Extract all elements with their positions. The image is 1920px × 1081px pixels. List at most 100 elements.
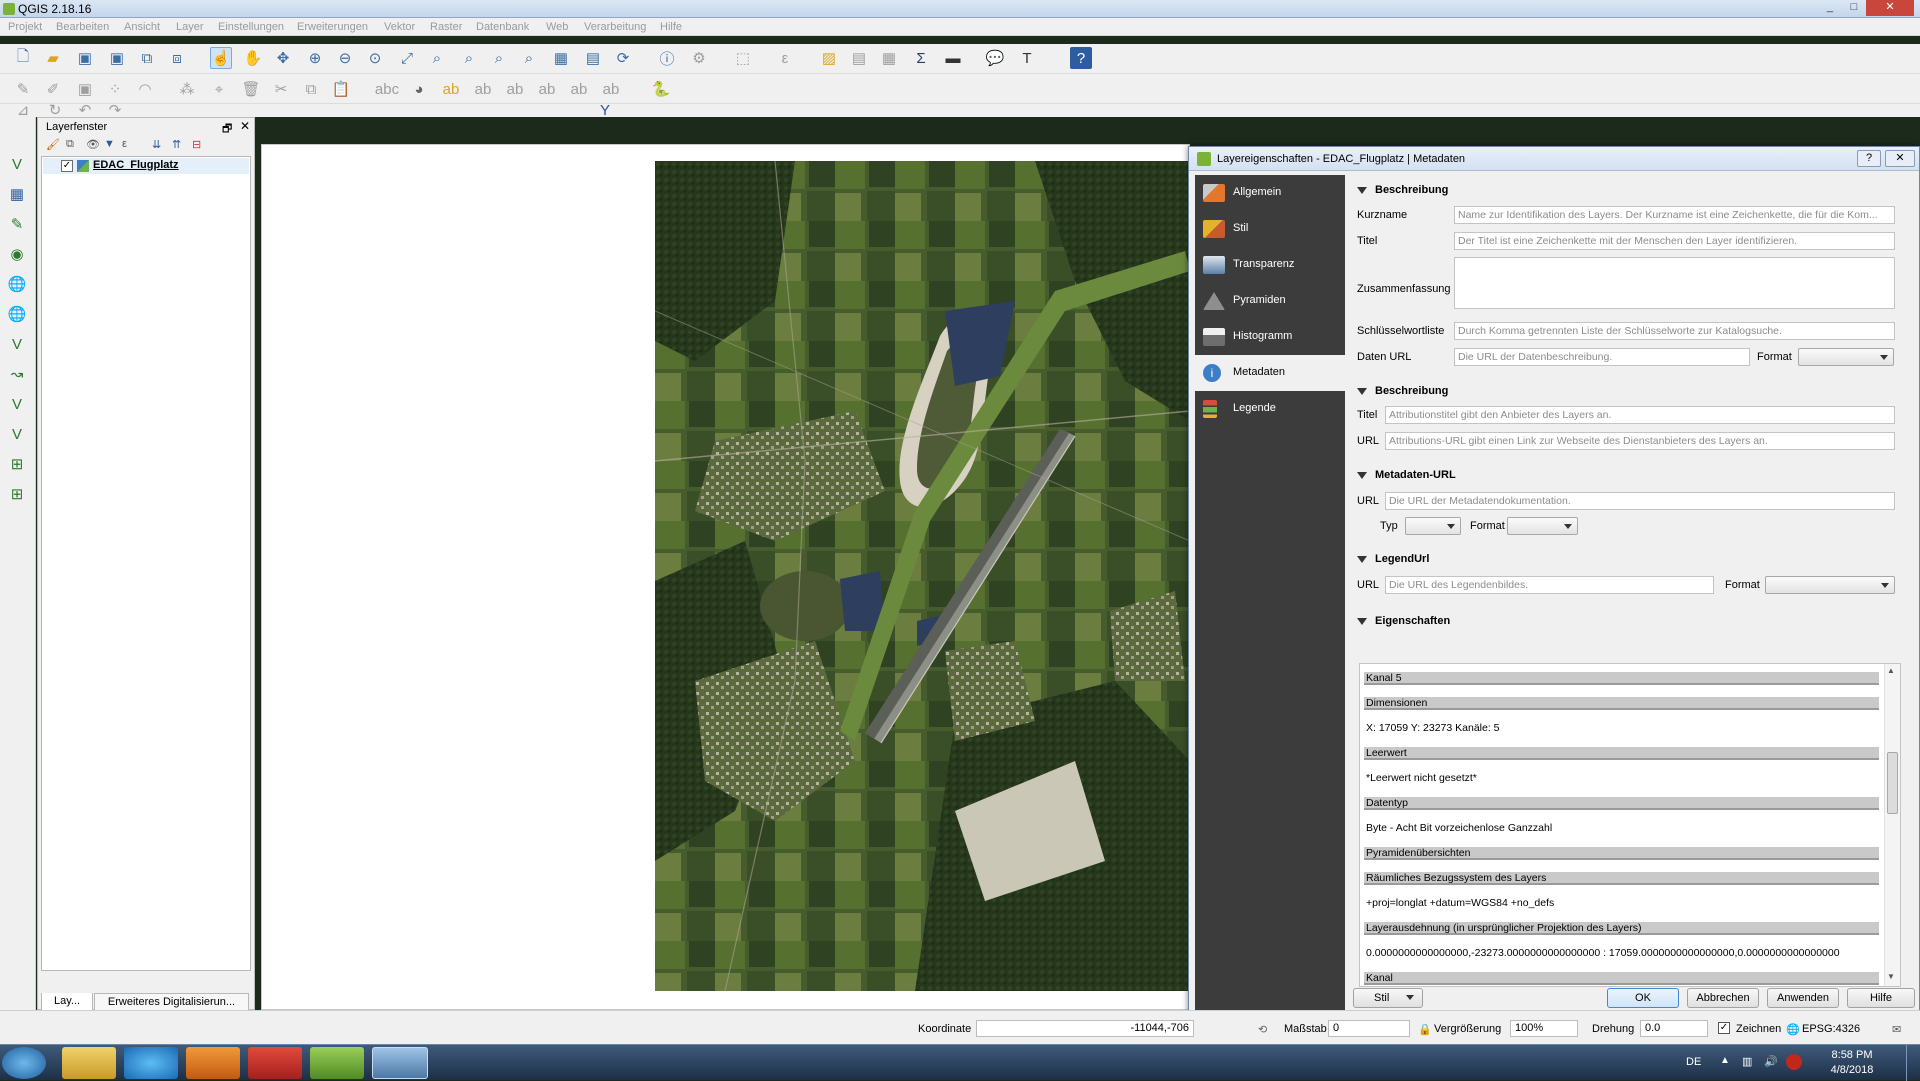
dialog-close-button[interactable]: ✕	[1885, 150, 1915, 167]
sidebar-item-stil[interactable]: Stil	[1195, 211, 1345, 247]
explorer-taskbar-icon[interactable]	[62, 1047, 116, 1079]
close-panel-icon[interactable]: ✕	[240, 119, 250, 133]
menu-verarbeitung[interactable]: Verarbeitung	[584, 21, 646, 33]
clock-date[interactable]: 4/8/2018	[1820, 1064, 1884, 1076]
move-feature-icon[interactable]: ⁂	[176, 78, 198, 100]
map-tips-icon[interactable]: 💬	[984, 47, 1006, 69]
zoom-full-icon[interactable]: ⤢	[396, 47, 418, 69]
toggle-editing-icon[interactable]: ✐	[42, 78, 64, 100]
bookmarks-icon[interactable]: ▤	[582, 47, 604, 69]
pan-touch-icon[interactable]: ☝	[210, 47, 232, 69]
section-metadaten-url[interactable]: Metadaten-URL	[1353, 469, 1913, 481]
help-whats-this-icon[interactable]: ?	[1070, 47, 1092, 69]
new-shapefile-icon[interactable]: V	[6, 393, 28, 415]
cut-features-icon[interactable]: ✂	[270, 78, 292, 100]
new-map-view-icon[interactable]: ▦	[550, 47, 572, 69]
input-language[interactable]: DE	[1686, 1056, 1701, 1068]
kurzname-field[interactable]: Name zur Identifikation des Layers. Der …	[1454, 206, 1895, 224]
properties-scrollbar[interactable]: ▲ ▼	[1884, 664, 1900, 986]
security-tray-icon[interactable]	[1786, 1054, 1802, 1070]
add-wcs-layer-icon[interactable]: 🌐	[6, 303, 28, 325]
render-checkbox[interactable]: ✓	[1718, 1022, 1730, 1034]
attribution-titel-field[interactable]: Attributionstitel gibt den Anbieter des …	[1385, 406, 1895, 424]
layer-diagram-icon[interactable]: ◕	[408, 78, 430, 100]
menu-projekt[interactable]: Projekt	[8, 21, 42, 33]
messages-icon[interactable]: ✉	[1892, 1023, 1901, 1036]
add-spatialite-layer-icon[interactable]: ◉	[6, 243, 28, 265]
sidebar-item-allgemein[interactable]: Allgemein	[1195, 175, 1345, 211]
scroll-down-icon[interactable]: ▼	[1887, 972, 1895, 981]
metadaten-url-field[interactable]: Die URL der Metadatendokumentation.	[1385, 492, 1895, 510]
select-features-icon[interactable]: ⬚	[732, 47, 754, 69]
pin-labels-icon[interactable]: ab	[472, 78, 494, 100]
section-attribution[interactable]: Beschreibung	[1353, 385, 1913, 397]
run-action-icon[interactable]: ⚙	[688, 47, 710, 69]
expand-all-icon[interactable]: ⇊	[152, 138, 161, 151]
scale-field[interactable]: 0	[1328, 1020, 1410, 1037]
enable-advanced-digitizing-icon[interactable]: ⊿	[12, 102, 34, 119]
section-legendurl[interactable]: LegendUrl	[1353, 553, 1913, 565]
crs-status-button[interactable]: EPSG:4326	[1802, 1023, 1860, 1035]
undo-icon[interactable]: ↶	[74, 102, 96, 119]
attribution-url-field[interactable]: Attributions-URL gibt einen Link zur Web…	[1385, 432, 1895, 450]
circular-string-icon[interactable]: ◠	[134, 78, 156, 100]
add-delimited-text-icon[interactable]: ✎	[6, 213, 28, 235]
measure-icon[interactable]: ▬	[942, 47, 964, 69]
clock-time[interactable]: 8:58 PM	[1820, 1049, 1884, 1061]
rotate-feature-icon[interactable]: ↻	[44, 102, 66, 119]
add-virtual-layer-icon[interactable]: ↝	[6, 363, 28, 385]
add-feature-icon[interactable]: ⁘	[104, 78, 126, 100]
magnifier-field[interactable]: 100%	[1510, 1020, 1578, 1037]
zoom-next-icon[interactable]: ⌕	[518, 47, 540, 69]
add-group-icon[interactable]: ⧉	[66, 138, 74, 151]
node-tool-icon[interactable]: ⌖	[208, 78, 230, 100]
change-label-icon[interactable]: ab	[600, 78, 622, 100]
open-project-icon[interactable]: ▰	[42, 47, 64, 69]
copy-features-icon[interactable]: ⧉	[300, 78, 322, 100]
minimize-button[interactable]: _	[1818, 0, 1842, 16]
layer-visibility-checkbox[interactable]: ✓	[61, 160, 73, 172]
show-desktop-button[interactable]	[1906, 1045, 1920, 1081]
menu-einstellungen[interactable]: Einstellungen	[218, 21, 284, 33]
ok-button[interactable]: OK	[1607, 988, 1679, 1008]
pdf-reader-taskbar-icon[interactable]	[248, 1047, 302, 1079]
sidebar-item-transparenz[interactable]: Transparenz	[1195, 247, 1345, 283]
menu-datenbank[interactable]: Datenbank	[476, 21, 529, 33]
filter-legend-icon[interactable]: ▼	[104, 138, 115, 150]
redo-icon[interactable]: ↷	[104, 102, 126, 119]
start-button[interactable]	[2, 1047, 46, 1079]
new-spatialite-icon[interactable]: V	[6, 423, 28, 445]
properties-view[interactable]: Kanal 5 Dimensionen X: 17059 Y: 23273 Ka…	[1359, 663, 1901, 987]
menu-raster[interactable]: Raster	[430, 21, 462, 33]
metadaten-typ-select[interactable]	[1405, 517, 1461, 535]
identify-icon[interactable]: ⓘ	[656, 47, 678, 69]
print-composer-icon[interactable]: ⧉	[136, 47, 158, 69]
tab-advanced-digitizing[interactable]: Erweiteres Digitalisierun...	[94, 993, 249, 1011]
statistics-icon[interactable]: Σ	[910, 47, 932, 69]
cancel-button[interactable]: Abbrechen	[1687, 988, 1759, 1008]
legend-url-field[interactable]: Die URL des Legendenbildes.	[1385, 576, 1714, 594]
media-player-taskbar-icon[interactable]	[186, 1047, 240, 1079]
menu-erweiterungen[interactable]: Erweiterungen	[297, 21, 368, 33]
composer-manager-icon[interactable]: ⧈	[166, 47, 188, 69]
schluesselwortliste-field[interactable]: Durch Komma getrennten Liste der Schlüss…	[1454, 322, 1895, 340]
highlight-pinned-labels-icon[interactable]: ab	[440, 78, 462, 100]
tray-arrow-icon[interactable]: ▲	[1720, 1055, 1730, 1066]
close-window-button[interactable]: ✕	[1866, 0, 1914, 16]
menu-ansicht[interactable]: Ansicht	[124, 21, 160, 33]
zoom-in-icon[interactable]: ⊕	[304, 47, 326, 69]
sidebar-item-pyramiden[interactable]: Pyramiden	[1195, 283, 1345, 319]
deselect-icon[interactable]: ▨	[818, 47, 840, 69]
menu-hilfe[interactable]: Hilfe	[660, 21, 682, 33]
crs-lock-icon[interactable]: ⟲	[1258, 1023, 1267, 1036]
help-titlebar-button[interactable]: ?	[1857, 150, 1881, 167]
save-project-icon[interactable]: ▣	[74, 47, 96, 69]
menu-web[interactable]: Web	[546, 21, 568, 33]
collapse-all-icon[interactable]: ⇈	[172, 138, 181, 151]
processing-toolbox-icon[interactable]: Y	[594, 102, 616, 119]
pan-icon[interactable]: ✋	[242, 47, 264, 69]
add-vector-layer-icon[interactable]: V	[6, 153, 28, 175]
zoom-native-icon[interactable]: ⊙	[364, 47, 386, 69]
section-eigenschaften[interactable]: Eigenschaften	[1353, 615, 1913, 627]
save-as-icon[interactable]: ▣	[106, 47, 128, 69]
